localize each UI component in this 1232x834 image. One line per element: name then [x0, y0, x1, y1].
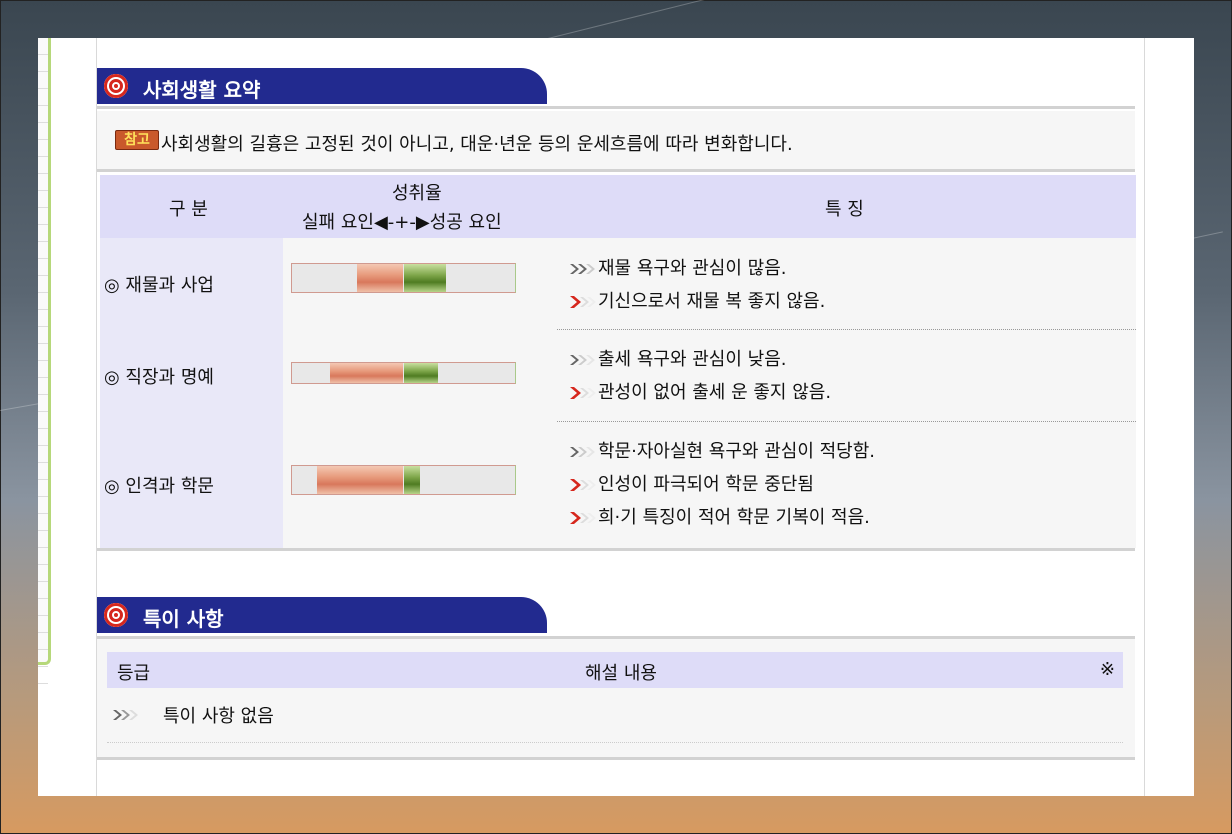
special-row: 특이 사항 없음 [107, 688, 1123, 743]
reference-badge: 참고 [115, 130, 159, 150]
red-chevron-icon [570, 479, 596, 491]
success-segment [403, 264, 446, 292]
row-category: ◎ 재물과 사업 [100, 238, 283, 330]
red-chevron-icon [570, 296, 596, 308]
feature-list: 출세 욕구와 관심이 낮음. 관성이 없어 출세 운 좋지 않음. [566, 343, 831, 409]
table-row: ◎ 직장과 명예 출세 욕구와 관심이 낮음. 관성이 없어 출세 운 좋지 않… [100, 330, 1136, 422]
red-chevron-icon [570, 387, 596, 399]
reference-note: 참고 사회생활의 길흉은 고정된 것이 아니고, 대운·년운 등의 운세흐름에 … [97, 111, 1135, 169]
content-border-right [1144, 38, 1145, 796]
row-category: ◎ 인격과 학문 [100, 422, 283, 548]
gray-double-chevron-icon [113, 710, 138, 720]
table-row: ◎ 인격과 학문 학문·자아실현 욕구와 관심이 적당함. 인성이 파극되어 학… [100, 422, 1136, 548]
reference-text: 사회생활의 길흉은 고정된 것이 아니고, 대운·년운 등의 운세흐름에 따라 … [161, 134, 793, 155]
achievement-bar [291, 362, 516, 384]
gray-chevron-icon [570, 447, 595, 457]
red-chevron-icon [570, 512, 596, 524]
row-category: ◎ 직장과 명예 [100, 330, 283, 422]
feature-list: 학문·자아실현 욕구와 관심이 적당함. 인성이 파극되어 학문 중단됨 희·기… [566, 435, 875, 534]
summary-title: 사회생활 요약 [143, 78, 261, 102]
achievement-bar [291, 263, 516, 293]
failure-segment [316, 466, 404, 494]
special-title: 특이 사항 [143, 607, 224, 631]
header-feature: 특 징 [825, 199, 864, 220]
failure-segment [356, 264, 404, 292]
header-description: 해설 내용 [585, 663, 657, 684]
feature-item: 관성이 없어 출세 운 좋지 않음. [566, 376, 831, 409]
achievement-bar [291, 465, 516, 495]
background-streak [539, 0, 1045, 41]
divider [97, 169, 1135, 172]
divider [97, 106, 1135, 109]
feature-item: 출세 욕구와 관심이 낮음. [566, 343, 831, 376]
feature-item: 재물 욕구와 관심이 많음. [566, 252, 825, 285]
content-page: 사회생활 요약 참고 사회생활의 길흉은 고정된 것이 아니고, 대운·년운 등… [38, 38, 1194, 796]
header-rate-title: 성취율 [392, 183, 442, 204]
feature-item: 학문·자아실현 욕구와 관심이 적당함. [566, 435, 875, 468]
gray-double-chevron-icon [570, 264, 595, 274]
feature-list: 재물 욕구와 관심이 많음. 기신으로서 재물 복 좋지 않음. [566, 252, 825, 318]
table-header: 구 분 성취율 실패 요인◀-+-▶성공 요인 특 징 [100, 175, 1136, 238]
header-rate-scale: 실패 요인◀-+-▶성공 요인 [302, 212, 502, 233]
header-category: 구 분 [169, 199, 208, 220]
summary-section-header: 사회생활 요약 [97, 68, 547, 104]
header-mark: ※ [1099, 659, 1115, 680]
special-section-header: 특이 사항 [97, 597, 547, 633]
table-row: ◎ 재물과 사업 재물 욕구와 관심이 많음. 기신으로서 재물 복 좋지 않음… [100, 238, 1136, 330]
left-sidebar[interactable] [38, 38, 51, 684]
gray-chevron-icon [570, 355, 595, 365]
divider [97, 548, 1135, 551]
success-segment [403, 466, 421, 494]
special-table-header: 등급 해설 내용 ※ [107, 652, 1123, 688]
failure-segment [329, 363, 404, 383]
feature-item: 인성이 파극되어 학문 중단됨 [566, 468, 875, 501]
feature-item: 기신으로서 재물 복 좋지 않음. [566, 285, 825, 318]
success-segment [403, 363, 439, 383]
bullseye-icon [104, 74, 128, 98]
divider [97, 757, 1135, 760]
feature-item: 희·기 특징이 적어 학문 기복이 적음. [566, 501, 875, 534]
header-grade: 등급 [117, 663, 151, 684]
bullseye-icon [104, 603, 128, 627]
special-item-text: 특이 사항 없음 [163, 706, 274, 727]
